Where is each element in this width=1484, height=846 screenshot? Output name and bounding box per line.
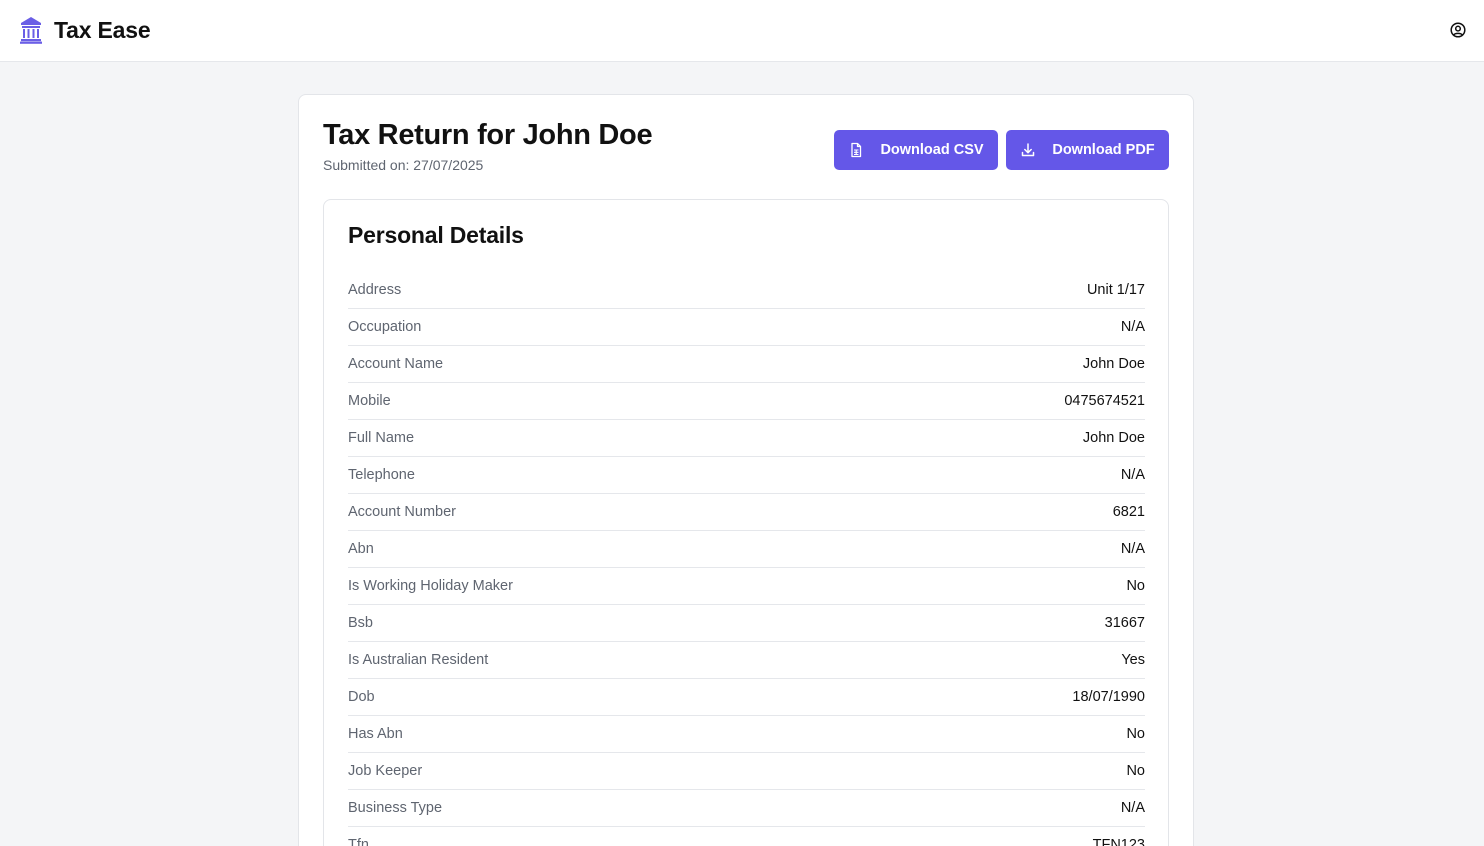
detail-value: 0475674521 — [1064, 393, 1145, 409]
details-list: Address Unit 1/17 Occupation N/A Account… — [348, 272, 1145, 846]
detail-value: No — [1126, 578, 1145, 594]
detail-label: Dob — [348, 689, 375, 705]
detail-label: Account Number — [348, 504, 456, 520]
detail-row-telephone: Telephone N/A — [348, 457, 1145, 494]
detail-row-occupation: Occupation N/A — [348, 309, 1145, 346]
download-icon — [1022, 143, 1035, 157]
download-pdf-label: Download PDF — [1052, 142, 1155, 158]
detail-label: Has Abn — [348, 726, 403, 742]
detail-value: N/A — [1120, 800, 1145, 816]
detail-value: TFN123 — [1092, 837, 1145, 846]
detail-row-account-number: Account Number 6821 — [348, 494, 1145, 531]
detail-value: John Doe — [1082, 356, 1145, 372]
file-spreadsheet-icon — [851, 142, 862, 158]
tax-return-card: Tax Return for John Doe Submitted on: 27… — [298, 94, 1194, 846]
detail-row-bsb: Bsb 31667 — [348, 605, 1145, 642]
detail-row-australian-resident: Is Australian Resident Yes — [348, 642, 1145, 679]
detail-value: Unit 1/17 — [1086, 282, 1145, 298]
detail-value: 18/07/1990 — [1072, 689, 1145, 705]
detail-row-full-name: Full Name John Doe — [348, 420, 1145, 457]
top-navigation-bar: Tax Ease — [0, 0, 1484, 62]
detail-row-working-holiday-maker: Is Working Holiday Maker No — [348, 568, 1145, 605]
detail-row-tfn: Tfn TFN123 — [348, 827, 1145, 846]
detail-value: 31667 — [1104, 615, 1145, 631]
bank-icon — [20, 17, 42, 44]
download-pdf-button[interactable]: Download PDF — [1006, 130, 1169, 170]
detail-label: Address — [348, 282, 402, 298]
download-csv-label: Download CSV — [880, 142, 984, 158]
detail-value: No — [1126, 726, 1145, 742]
detail-row-job-keeper: Job Keeper No — [348, 753, 1145, 790]
submitted-date: Submitted on: 27/07/2025 — [323, 157, 484, 173]
user-circle-icon — [1450, 22, 1466, 38]
detail-row-dob: Dob 18/07/1990 — [348, 679, 1145, 716]
user-menu-button[interactable] — [1448, 20, 1468, 40]
detail-row-abn: Abn N/A — [348, 531, 1145, 568]
section-title: Personal Details — [348, 222, 524, 248]
download-csv-button[interactable]: Download CSV — [834, 130, 998, 170]
detail-row-has-abn: Has Abn No — [348, 716, 1145, 753]
detail-label: Abn — [348, 541, 374, 557]
detail-label: Is Working Holiday Maker — [348, 578, 513, 594]
detail-label: Full Name — [348, 430, 415, 446]
detail-row-business-type: Business Type N/A — [348, 790, 1145, 827]
detail-row-address: Address Unit 1/17 — [348, 272, 1145, 309]
detail-value: N/A — [1120, 319, 1145, 335]
detail-value: 6821 — [1112, 504, 1145, 520]
brand-logo[interactable]: Tax Ease — [19, 14, 151, 46]
detail-value: N/A — [1120, 541, 1145, 557]
detail-value: No — [1126, 763, 1145, 779]
detail-label: Occupation — [348, 319, 422, 335]
detail-value: N/A — [1120, 467, 1145, 483]
detail-label: Business Type — [348, 800, 443, 816]
detail-value: Yes — [1121, 652, 1145, 668]
detail-label: Mobile — [348, 393, 391, 409]
detail-label: Account Name — [348, 356, 444, 372]
detail-row-mobile: Mobile 0475674521 — [348, 383, 1145, 420]
detail-label: Telephone — [348, 467, 415, 483]
personal-details-section: Personal Details Address Unit 1/17 Occup… — [323, 199, 1169, 846]
detail-label: Tfn — [348, 837, 369, 846]
page-title: Tax Return for John Doe — [323, 119, 653, 151]
detail-value: John Doe — [1082, 430, 1145, 446]
detail-label: Job Keeper — [348, 763, 423, 779]
detail-label: Bsb — [348, 615, 373, 631]
detail-row-account-name: Account Name John Doe — [348, 346, 1145, 383]
detail-label: Is Australian Resident — [348, 652, 489, 668]
app-name: Tax Ease — [54, 16, 151, 43]
